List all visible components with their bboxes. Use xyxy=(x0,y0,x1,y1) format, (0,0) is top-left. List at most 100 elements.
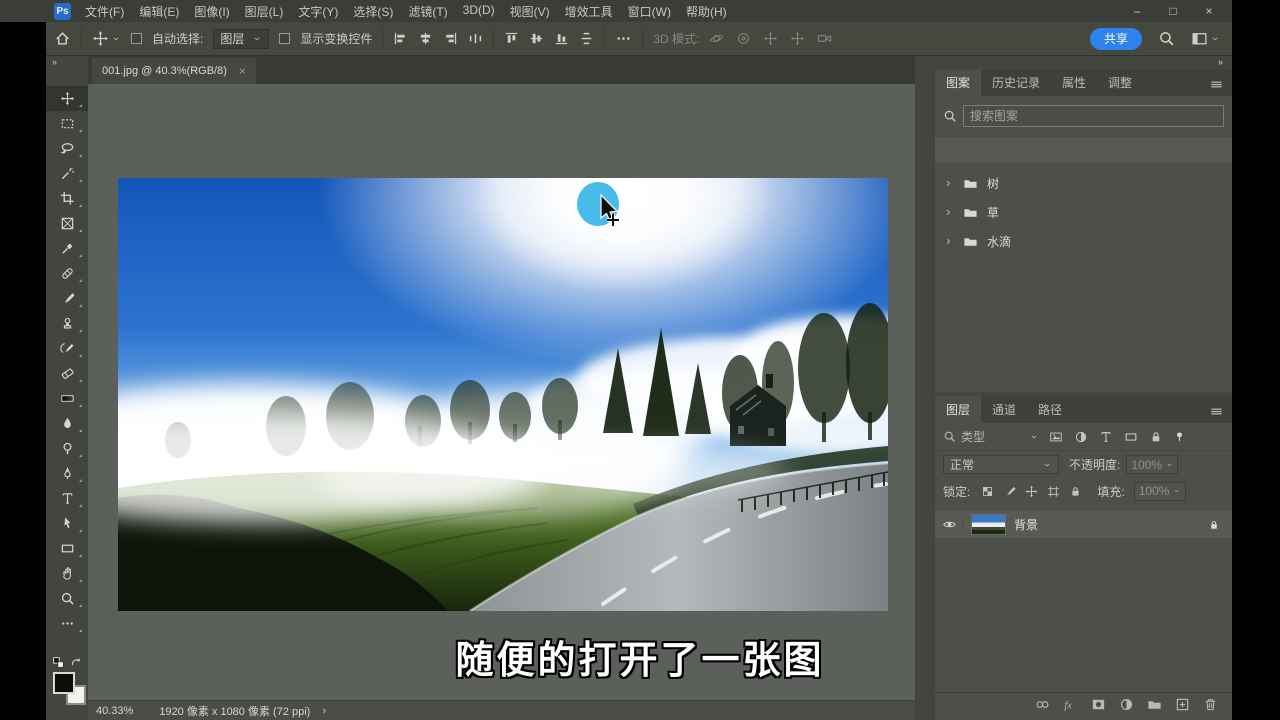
distribute-icon[interactable] xyxy=(504,31,519,46)
align-icon[interactable] xyxy=(443,31,458,46)
opacity-value[interactable]: 100% xyxy=(1126,455,1179,474)
filter-type-icon[interactable] xyxy=(1074,430,1088,444)
home-button[interactable] xyxy=(54,30,71,47)
foreground-color[interactable] xyxy=(53,672,75,694)
layers-footer-icon[interactable] xyxy=(1203,697,1218,712)
chevron-right-icon[interactable] xyxy=(943,236,954,247)
menu-item[interactable]: 编辑(E) xyxy=(139,3,179,20)
tool-healing-brush[interactable] xyxy=(46,261,88,286)
menu-item[interactable]: 文字(Y) xyxy=(298,3,338,20)
distribute-icon[interactable] xyxy=(529,31,544,46)
chevron-right-icon[interactable] xyxy=(943,178,954,189)
tool-type[interactable] xyxy=(46,486,88,511)
tool-preset-move[interactable] xyxy=(92,30,121,47)
layers-footer-icon[interactable] xyxy=(1119,697,1134,712)
align-icon[interactable] xyxy=(393,31,408,46)
swap-colors-icon[interactable] xyxy=(70,656,83,669)
toolbar-collapse-button[interactable]: » xyxy=(52,57,58,67)
share-button[interactable]: 共享 xyxy=(1089,27,1142,50)
layer-filter-dropdown[interactable]: 类型 xyxy=(943,428,1039,445)
document-tab[interactable]: 001.jpg @ 40.3%(RGB/8) × xyxy=(92,58,256,84)
layers-footer-icon[interactable] xyxy=(1091,697,1106,712)
tool-frame[interactable] xyxy=(46,211,88,236)
tool-marquee[interactable] xyxy=(46,111,88,136)
tab-paths[interactable]: 路径 xyxy=(1027,396,1073,423)
tab-adjustments[interactable]: 调整 xyxy=(1097,69,1143,96)
pattern-folder-row[interactable]: 树 xyxy=(935,169,1232,198)
menu-item[interactable]: 图像(I) xyxy=(194,3,229,20)
pattern-folder-row[interactable]: 水滴 xyxy=(935,227,1232,256)
zoom-level-field[interactable]: 40.33% xyxy=(96,705,133,717)
auto-select-target-dropdown[interactable]: 图层 xyxy=(213,28,270,49)
status-options-chevron[interactable]: › xyxy=(322,705,326,717)
panel-menu-icon[interactable] xyxy=(1209,404,1224,419)
menu-item[interactable]: 增效工具 xyxy=(565,3,613,20)
mode-3d-icon[interactable] xyxy=(709,31,724,46)
mode-3d-icon[interactable] xyxy=(790,31,805,46)
tool-path-select[interactable] xyxy=(46,511,88,536)
fill-value[interactable]: 100% xyxy=(1133,481,1186,501)
visibility-eye-icon[interactable] xyxy=(942,517,957,532)
mode-3d-icon[interactable] xyxy=(763,31,778,46)
menu-item[interactable]: 图层(L) xyxy=(245,3,284,20)
tab-channels[interactable]: 通道 xyxy=(981,396,1027,423)
layers-footer-icon[interactable] xyxy=(1035,697,1050,712)
menu-item[interactable]: 窗口(W) xyxy=(628,3,671,20)
layer-row-background[interactable]: 背景 xyxy=(935,511,1232,538)
close-icon[interactable]: × xyxy=(1202,4,1216,18)
menu-item[interactable]: 选择(S) xyxy=(353,3,393,20)
workspace-switcher[interactable] xyxy=(1191,30,1220,47)
layers-footer-icon[interactable] xyxy=(1063,697,1078,712)
panels-collapse-button[interactable]: » xyxy=(1218,57,1224,67)
panel-menu-icon[interactable] xyxy=(1209,77,1224,92)
tool-brush[interactable] xyxy=(46,286,88,311)
layer-thumbnail[interactable] xyxy=(971,514,1006,535)
tool-eraser[interactable] xyxy=(46,361,88,386)
menu-item[interactable]: 文件(F) xyxy=(85,3,124,20)
tool-move[interactable] xyxy=(46,86,88,111)
search-icon[interactable] xyxy=(1158,30,1175,47)
minimize-icon[interactable]: – xyxy=(1130,4,1144,18)
mode-3d-icon[interactable] xyxy=(736,31,751,46)
tool-pen[interactable] xyxy=(46,461,88,486)
filter-type-icon[interactable] xyxy=(1049,430,1063,444)
tool-crop[interactable] xyxy=(46,186,88,211)
maximize-icon[interactable]: □ xyxy=(1166,4,1180,18)
tool-history-brush[interactable] xyxy=(46,336,88,361)
tab-layers[interactable]: 图层 xyxy=(935,396,982,423)
tab-history[interactable]: 历史记录 xyxy=(981,69,1051,96)
mode-3d-icon[interactable] xyxy=(817,31,832,46)
default-colors-icon[interactable] xyxy=(52,656,65,669)
tool-clone-stamp[interactable] xyxy=(46,311,88,336)
canvas-photo[interactable] xyxy=(118,178,888,611)
more-options-button[interactable] xyxy=(615,30,632,47)
tool-lasso[interactable] xyxy=(46,136,88,161)
lock-option-icon[interactable] xyxy=(1025,485,1038,498)
tool-hand[interactable] xyxy=(46,561,88,586)
lock-option-icon[interactable] xyxy=(1003,485,1016,498)
distribute-icon[interactable] xyxy=(554,31,569,46)
menu-item[interactable]: 帮助(H) xyxy=(686,3,727,20)
menu-item[interactable]: 视图(V) xyxy=(510,3,550,20)
tab-patterns[interactable]: 图案 xyxy=(935,69,982,96)
lock-option-icon[interactable] xyxy=(1047,485,1060,498)
distribute-icon[interactable] xyxy=(579,31,594,46)
layers-footer-icon[interactable] xyxy=(1147,697,1162,712)
tool-magic-wand[interactable] xyxy=(46,161,88,186)
menu-item[interactable]: 3D(D) xyxy=(463,3,495,20)
filter-type-icon[interactable] xyxy=(1099,430,1113,444)
tool-shape[interactable] xyxy=(46,536,88,561)
tool-dodge[interactable] xyxy=(46,436,88,461)
align-icon[interactable] xyxy=(418,31,433,46)
canvas-area[interactable] xyxy=(88,84,915,700)
tool-eyedropper[interactable] xyxy=(46,236,88,261)
lock-option-icon[interactable] xyxy=(981,485,994,498)
filter-type-icon[interactable] xyxy=(1124,430,1138,444)
filter-type-icon[interactable] xyxy=(1149,430,1163,444)
tool-edit-toolbar[interactable] xyxy=(46,611,88,636)
tool-gradient[interactable] xyxy=(46,386,88,411)
pattern-search-input[interactable] xyxy=(963,105,1224,127)
tool-zoom[interactable] xyxy=(46,586,88,611)
menu-item[interactable]: 滤镜(T) xyxy=(408,3,447,20)
chevron-right-icon[interactable] xyxy=(943,207,954,218)
